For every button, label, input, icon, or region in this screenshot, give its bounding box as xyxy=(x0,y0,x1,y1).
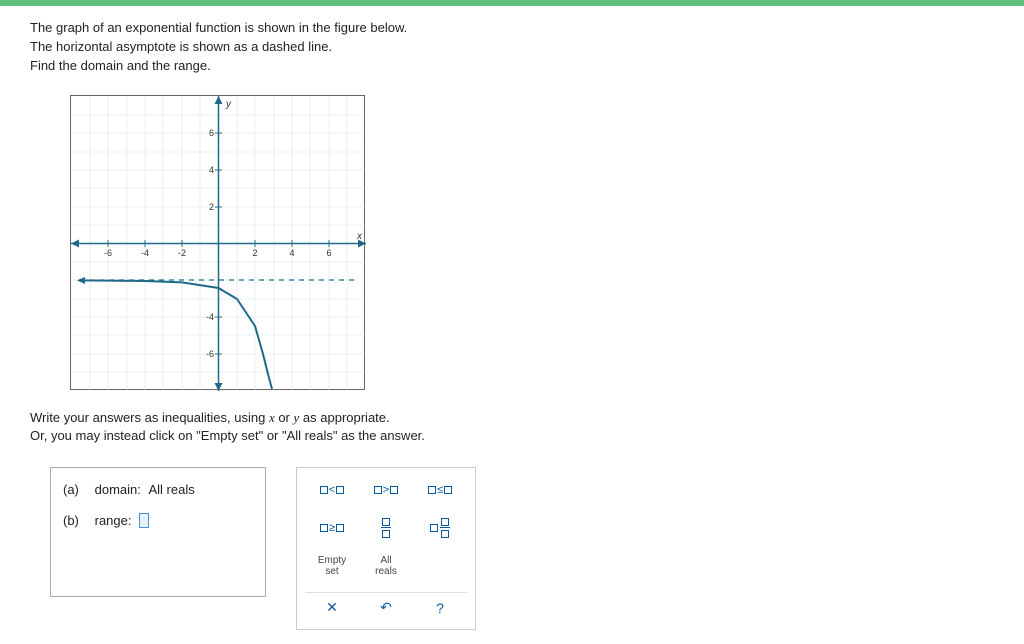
clear-icon: ✕ xyxy=(326,599,338,616)
undo-icon: ↶ xyxy=(380,599,392,616)
svg-text:x: x xyxy=(356,231,363,242)
svg-text:-4: -4 xyxy=(206,312,214,322)
range-label: range: xyxy=(95,513,132,528)
svg-text:y: y xyxy=(225,99,232,110)
svg-text:2: 2 xyxy=(209,202,214,212)
svg-text:4: 4 xyxy=(209,165,214,175)
help-icon: ? xyxy=(436,600,444,616)
key-spacer xyxy=(416,554,464,578)
problem-statement: The graph of an exponential function is … xyxy=(30,20,994,75)
key-all-reals[interactable]: All reals xyxy=(362,554,410,578)
keypad-row-2: ≥ xyxy=(305,516,467,540)
instructions: Write your answers as inequalities, usin… xyxy=(30,410,994,443)
graph-svg: -6 -4 -2 2 4 6 6 4 2 -4 -6 y x xyxy=(71,96,366,391)
empty-set-l1: Empty xyxy=(318,555,346,566)
svg-text:2: 2 xyxy=(252,248,257,258)
key-greater-than[interactable]: > xyxy=(362,478,410,502)
key-less-equal[interactable]: ≤ xyxy=(416,478,464,502)
svg-text:-6: -6 xyxy=(104,248,112,258)
answer-area: (a) domain: All reals (b) range: < > ≤ ≥ xyxy=(50,467,994,630)
keypad-action-row: ✕ ↶ ? xyxy=(305,595,467,619)
problem-line-1: The graph of an exponential function is … xyxy=(30,20,994,37)
range-input[interactable] xyxy=(139,513,149,528)
domain-value[interactable]: All reals xyxy=(149,482,195,497)
keypad-row-1: < > ≤ xyxy=(305,478,467,502)
graph-figure: -6 -4 -2 2 4 6 6 4 2 -4 -6 y x xyxy=(70,95,365,390)
key-empty-set[interactable]: Empty set xyxy=(308,554,356,578)
clear-button[interactable]: ✕ xyxy=(312,597,352,619)
all-reals-l2: reals xyxy=(375,566,397,577)
help-button[interactable]: ? xyxy=(420,597,460,619)
answer-panel: (a) domain: All reals (b) range: xyxy=(50,467,266,597)
empty-set-l2: set xyxy=(325,566,338,577)
keypad-divider xyxy=(305,592,467,593)
problem-line-3: Find the domain and the range. xyxy=(30,58,994,75)
key-less-than[interactable]: < xyxy=(308,478,356,502)
svg-text:-2: -2 xyxy=(178,248,186,258)
instr-frag-2: or xyxy=(275,410,294,425)
all-reals-l1: All xyxy=(380,555,391,566)
key-mixed-fraction[interactable] xyxy=(416,516,464,540)
instr-frag-3: as appropriate. xyxy=(299,410,389,425)
problem-line-2: The horizontal asymptote is shown as a d… xyxy=(30,39,994,56)
undo-button[interactable]: ↶ xyxy=(366,597,406,619)
answer-row-b: (b) range: xyxy=(63,513,253,528)
key-greater-equal[interactable]: ≥ xyxy=(308,516,356,540)
instruction-line-2: Or, you may instead click on "Empty set"… xyxy=(30,428,994,443)
svg-text:4: 4 xyxy=(289,248,294,258)
svg-text:6: 6 xyxy=(209,128,214,138)
instr-frag-1: Write your answers as inequalities, usin… xyxy=(30,410,269,425)
part-a-label: (a) xyxy=(63,482,91,497)
content-area: The graph of an exponential function is … xyxy=(0,6,1024,644)
svg-text:-4: -4 xyxy=(141,248,149,258)
key-fraction[interactable] xyxy=(362,516,410,540)
math-keypad: < > ≤ ≥ Empty set All reals xyxy=(296,467,476,630)
keypad-row-3: Empty set All reals xyxy=(305,554,467,578)
answer-row-a: (a) domain: All reals xyxy=(63,482,253,497)
domain-label: domain: xyxy=(95,482,141,497)
instruction-line-1: Write your answers as inequalities, usin… xyxy=(30,410,994,426)
svg-text:6: 6 xyxy=(326,248,331,258)
svg-text:-6: -6 xyxy=(206,349,214,359)
part-b-label: (b) xyxy=(63,513,91,528)
